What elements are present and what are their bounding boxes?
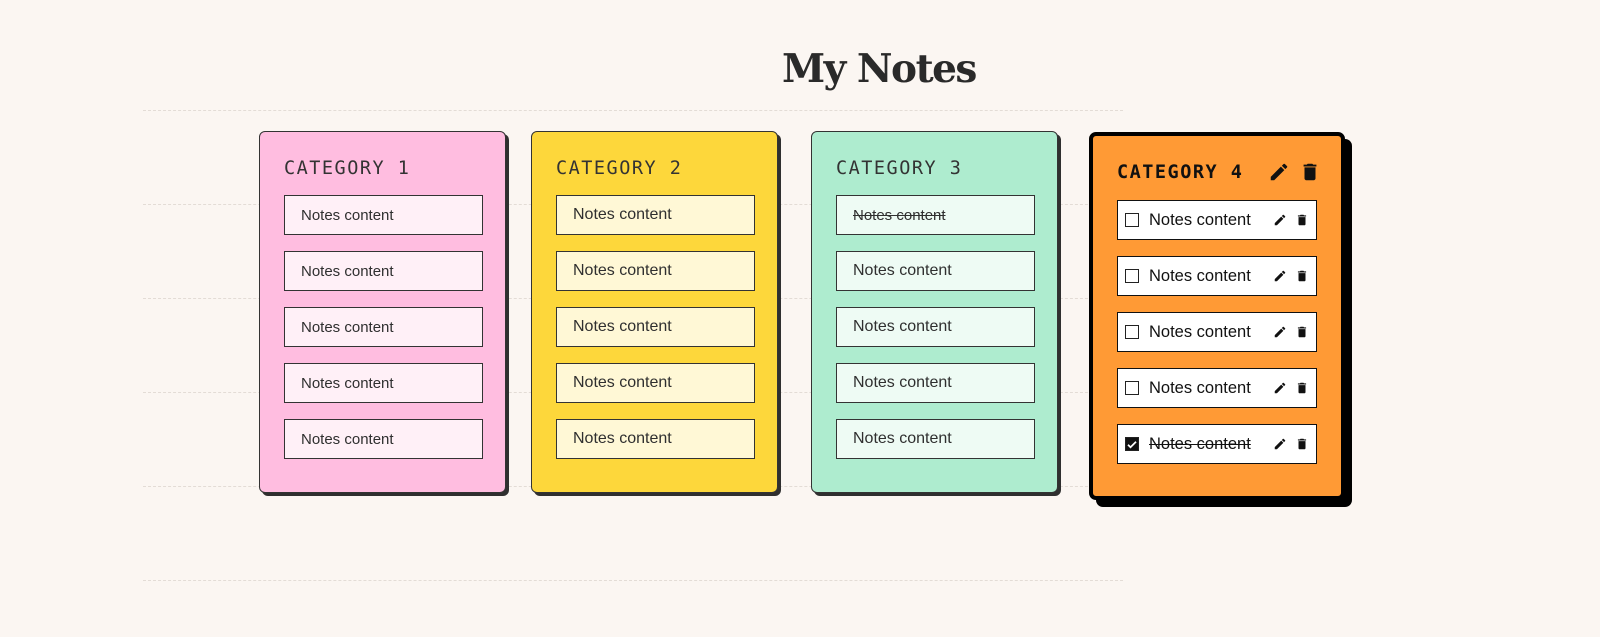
note-item[interactable]: Notes content [1117, 368, 1317, 408]
note-actions [1273, 213, 1309, 227]
note-item[interactable]: Notes content [556, 419, 755, 459]
note-text: Notes content [1149, 434, 1251, 453]
trash-icon[interactable] [1295, 269, 1309, 283]
note-text: Notes content [853, 374, 952, 391]
trash-icon[interactable] [1295, 325, 1309, 339]
note-item[interactable]: Notes content [284, 363, 483, 403]
category-card-3[interactable]: CATEGORY 3 Notes content Notes content N… [811, 131, 1058, 493]
checkbox[interactable] [1125, 325, 1139, 339]
note-text: Notes content [853, 430, 952, 447]
note-item[interactable]: Notes content [1117, 312, 1317, 352]
category-title: CATEGORY 1 [284, 157, 411, 179]
note-item[interactable]: Notes content [836, 307, 1035, 347]
pencil-icon[interactable] [1273, 381, 1287, 395]
pencil-icon[interactable] [1273, 437, 1287, 451]
note-actions [1273, 325, 1309, 339]
note-text: Notes content [1149, 210, 1251, 229]
note-text: Notes content [573, 206, 672, 223]
category-header: CATEGORY 4 [1117, 161, 1321, 183]
note-item[interactable]: Notes content [284, 251, 483, 291]
background-line [143, 110, 1123, 111]
category-title: CATEGORY 4 [1117, 161, 1244, 183]
note-item-completed[interactable]: Notes content [836, 195, 1035, 235]
note-item[interactable]: Notes content [556, 195, 755, 235]
note-actions [1273, 381, 1309, 395]
note-text: Notes content [853, 206, 946, 224]
category-title: CATEGORY 2 [556, 157, 683, 179]
note-item[interactable]: Notes content [836, 363, 1035, 403]
note-item-completed[interactable]: Notes content [1117, 424, 1317, 464]
background-line [143, 580, 1123, 581]
note-text: Notes content [573, 262, 672, 279]
note-text: Notes content [573, 374, 672, 391]
note-item[interactable]: Notes content [284, 419, 483, 459]
note-item[interactable]: Notes content [836, 251, 1035, 291]
note-item[interactable]: Notes content [1117, 256, 1317, 296]
note-item[interactable]: Notes content [284, 307, 483, 347]
note-text: Notes content [301, 318, 394, 336]
note-actions [1273, 437, 1309, 451]
trash-icon[interactable] [1295, 381, 1309, 395]
category-header: CATEGORY 2 [556, 157, 757, 179]
notes-list: Notes content Notes content Notes conten… [284, 195, 483, 475]
pencil-icon[interactable] [1268, 161, 1290, 183]
note-text: Notes content [301, 262, 394, 280]
note-text: Notes content [1149, 322, 1251, 341]
category-card-2[interactable]: CATEGORY 2 Notes content Notes content N… [531, 131, 778, 493]
note-text: Notes content [301, 206, 394, 224]
category-header: CATEGORY 3 [836, 157, 1037, 179]
category-actions [1268, 161, 1321, 183]
note-item[interactable]: Notes content [556, 251, 755, 291]
trash-icon[interactable] [1299, 161, 1321, 183]
pencil-icon[interactable] [1273, 213, 1287, 227]
note-item[interactable]: Notes content [1117, 200, 1317, 240]
checkbox[interactable] [1125, 213, 1139, 227]
trash-icon[interactable] [1295, 213, 1309, 227]
note-item[interactable]: Notes content [556, 363, 755, 403]
note-item[interactable]: Notes content [284, 195, 483, 235]
note-text: Notes content [573, 318, 672, 335]
note-text: Notes content [853, 318, 952, 335]
category-card-4[interactable]: CATEGORY 4 Notes content Notes content N… [1089, 132, 1345, 500]
note-item[interactable]: Notes content [836, 419, 1035, 459]
checkbox-checked[interactable] [1125, 437, 1139, 451]
checkbox[interactable] [1125, 269, 1139, 283]
page-title: My Notes [782, 46, 977, 92]
note-text: Notes content [301, 374, 394, 392]
note-actions [1273, 269, 1309, 283]
checkmark-icon [1127, 440, 1137, 448]
note-text: Notes content [573, 430, 672, 447]
note-text: Notes content [301, 430, 394, 448]
note-text: Notes content [1149, 266, 1251, 285]
trash-icon[interactable] [1295, 437, 1309, 451]
note-item[interactable]: Notes content [556, 307, 755, 347]
note-text: Notes content [1149, 378, 1251, 397]
pencil-icon[interactable] [1273, 269, 1287, 283]
notes-list: Notes content Notes content Notes conten… [556, 195, 755, 475]
category-card-1[interactable]: CATEGORY 1 Notes content Notes content N… [259, 131, 506, 493]
note-text: Notes content [853, 262, 952, 279]
category-header: CATEGORY 1 [284, 157, 485, 179]
notes-list: Notes content Notes content Notes conten… [836, 195, 1035, 475]
checkbox[interactable] [1125, 381, 1139, 395]
notes-list: Notes content Notes content Notes conten… [1117, 200, 1317, 480]
pencil-icon[interactable] [1273, 325, 1287, 339]
category-title: CATEGORY 3 [836, 157, 963, 179]
